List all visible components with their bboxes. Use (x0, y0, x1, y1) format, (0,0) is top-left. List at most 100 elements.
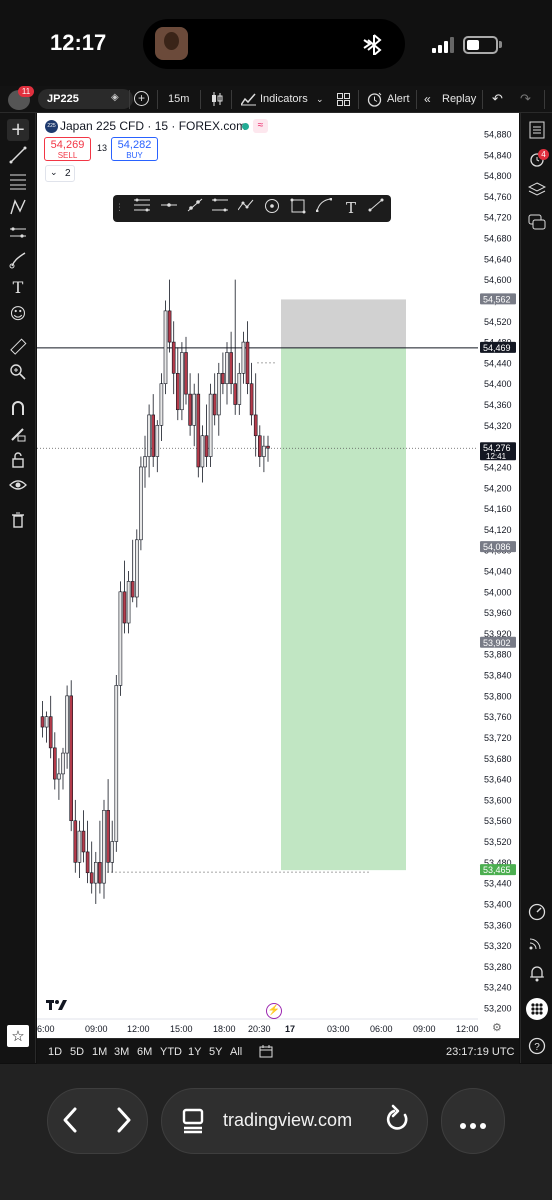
indicators-dropdown-icon[interactable]: ⌄ (316, 94, 324, 105)
favorites-star-icon[interactable]: ☆ (7, 1025, 29, 1047)
alert-clock-icon[interactable] (367, 92, 382, 112)
chart-pane[interactable]: 54,880 54,840 54,800 54,760 54,720 54,680 54,6… (37, 113, 519, 1038)
pattern-icon[interactable] (7, 198, 29, 220)
price-tick-label: 54,040 (484, 567, 512, 577)
candle-body (52, 747, 57, 780)
date-range-icon[interactable] (259, 1044, 273, 1063)
fib-retracement-icon[interactable] (7, 172, 29, 194)
price-label-text: 53,465 (483, 865, 511, 875)
trash-icon[interactable] (7, 511, 29, 533)
period-5y[interactable]: 5Y (209, 1046, 222, 1058)
clock: 12:17 (50, 30, 107, 55)
reload-icon[interactable] (384, 1104, 412, 1139)
period-all[interactable]: All (230, 1046, 242, 1058)
candle-body (102, 810, 106, 884)
price-tick-label: 54,880 (484, 130, 512, 140)
notifications-bell-icon[interactable] (526, 964, 548, 986)
price-tick-label: 54,240 (484, 462, 512, 472)
back-button[interactable] (60, 1105, 82, 1140)
broadcast-icon[interactable] (526, 933, 548, 955)
drag-handle-icon[interactable]: ⋮ (115, 198, 124, 218)
text-tool-icon[interactable]: T (341, 198, 361, 218)
period-1m[interactable]: 1M (92, 1046, 107, 1058)
crosshair-icon[interactable]: + (7, 119, 29, 141)
help-icon[interactable]: ? (526, 1037, 548, 1059)
speedometer-icon[interactable] (526, 903, 548, 925)
candle-body (110, 841, 114, 863)
candle-body (167, 310, 172, 343)
trend-line-tool-icon[interactable] (366, 198, 386, 218)
parallel-channel-icon[interactable] (210, 198, 230, 218)
prediction-icon[interactable] (7, 224, 29, 246)
price-tick-label: 54,720 (484, 213, 512, 223)
arc-icon[interactable] (314, 197, 334, 218)
reader-mode-icon[interactable] (182, 1108, 206, 1139)
interval-button[interactable]: 15m (168, 93, 189, 105)
horizontal-line-icon[interactable] (159, 198, 179, 218)
add-symbol-icon[interactable]: + (134, 91, 149, 106)
candle-body (200, 435, 205, 468)
symbol-search-button[interactable]: JP225 ◈ (38, 89, 133, 109)
period-1d[interactable]: 1D (48, 1046, 62, 1058)
chat-icon[interactable] (526, 214, 548, 236)
more-apps-icon[interactable] (526, 998, 548, 1020)
buy-button[interactable]: 54,282 BUY (111, 137, 158, 161)
brush-icon[interactable] (7, 251, 29, 273)
price-tick-label: 53,720 (484, 733, 512, 743)
candle-body (130, 581, 135, 598)
redo-icon[interactable]: ↷ (520, 91, 531, 107)
replay-rewind-icon[interactable]: « (424, 92, 431, 106)
time-axis-settings-icon[interactable]: ⚙ (492, 1021, 502, 1034)
path-icon[interactable] (236, 198, 256, 218)
price-chart[interactable]: 54,880 54,840 54,800 54,760 54,720 54,680 54,6… (37, 113, 519, 1038)
indicator-count: 2 (65, 168, 71, 179)
undo-icon[interactable]: ↶ (492, 91, 503, 107)
candle-body (196, 393, 201, 468)
fib-tool-icon[interactable] (132, 198, 152, 218)
ruler-icon[interactable] (7, 338, 29, 360)
url-text[interactable]: tradingview.com (223, 1110, 352, 1131)
price-tick-label: 53,960 (484, 608, 512, 618)
eye-icon[interactable] (7, 476, 29, 498)
rectangle-icon[interactable] (288, 198, 308, 218)
bar-countdown-text: 12:41 (486, 452, 507, 461)
trend-line-icon[interactable] (7, 146, 29, 168)
period-1y[interactable]: 1Y (188, 1046, 201, 1058)
candle-type-icon[interactable] (211, 92, 223, 106)
layout-grid-icon[interactable] (337, 93, 350, 111)
time-tick-label: 20:30 (248, 1024, 271, 1034)
text-icon[interactable]: T (7, 277, 29, 299)
magnet-icon[interactable] (7, 399, 29, 421)
price-tick-label: 53,680 (484, 754, 512, 764)
indicators-icon[interactable] (240, 92, 256, 111)
replay-button[interactable]: Replay (442, 93, 476, 105)
more-dots-icon (459, 1117, 487, 1135)
indicators-button[interactable]: Indicators (260, 93, 308, 105)
period-6m[interactable]: 6M (137, 1046, 152, 1058)
sell-button[interactable]: 54,269 SELL (44, 137, 91, 161)
time-tick-label: 12:00 (456, 1024, 479, 1034)
emoji-icon[interactable]: ☺ (7, 303, 29, 325)
watchlist-icon[interactable] (526, 121, 548, 143)
indicators-collapse-button[interactable]: ⌄ 2 (45, 165, 75, 182)
period-3m[interactable]: 3M (114, 1046, 129, 1058)
period-5d[interactable]: 5D (70, 1046, 84, 1058)
time-tick-label: 06:00 (370, 1024, 393, 1034)
alert-button[interactable]: Alert (387, 93, 410, 105)
candle-body (245, 341, 250, 385)
sell-price: 54,269 (50, 139, 85, 151)
period-ytd[interactable]: YTD (160, 1046, 182, 1058)
candle-body (241, 341, 246, 374)
candle-body (77, 830, 82, 863)
utc-clock[interactable]: 23:17:19 UTC (446, 1046, 514, 1058)
lightning-icon[interactable]: ⚡ (266, 1003, 282, 1019)
candle-body (217, 373, 221, 416)
lock-icon[interactable] (7, 451, 29, 473)
circle-icon[interactable] (262, 198, 282, 218)
zoom-in-icon[interactable] (7, 363, 29, 385)
layers-icon[interactable] (526, 182, 548, 204)
forward-button[interactable] (113, 1105, 135, 1140)
time-period-bar: 1D 5D 1M 3M 6M YTD 1Y 5Y All 23:17:19 UT… (37, 1038, 519, 1064)
lock-pencil-icon[interactable] (7, 425, 29, 447)
ray-icon[interactable] (185, 198, 205, 218)
